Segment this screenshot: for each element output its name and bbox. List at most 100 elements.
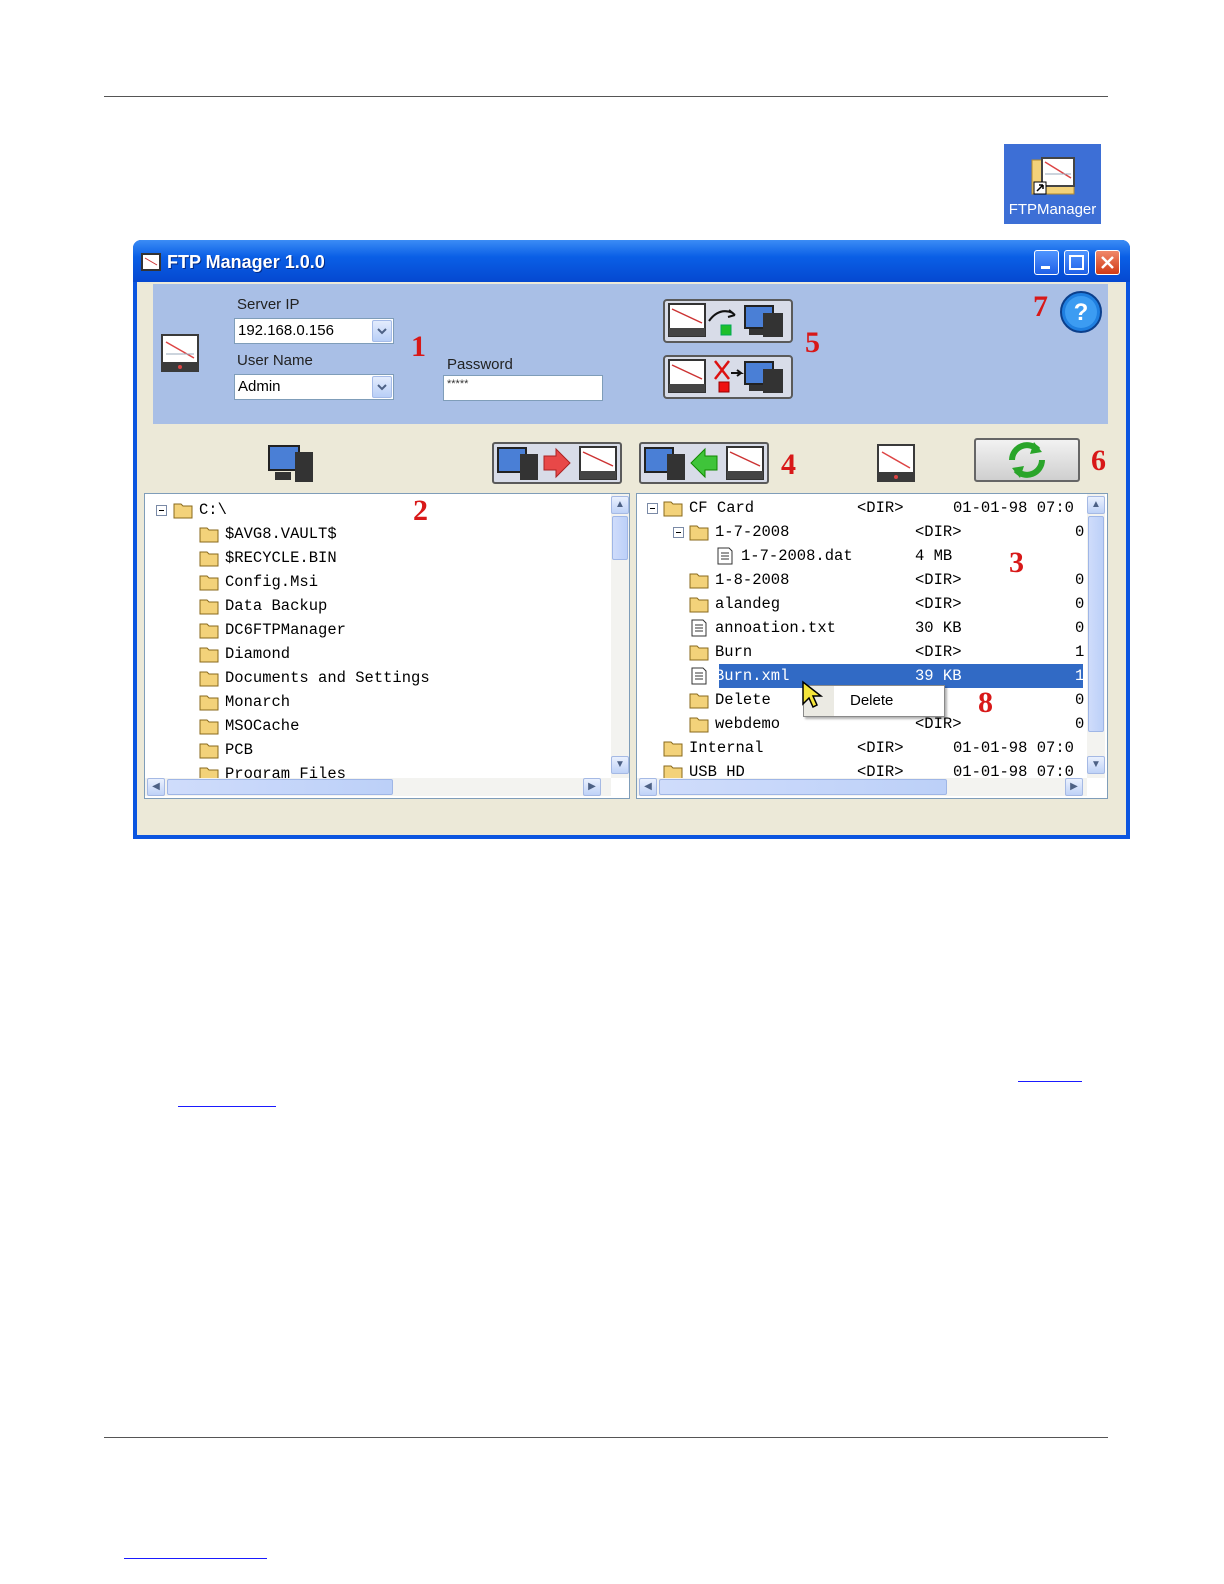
tree-item-label: Config.Msi [225, 573, 319, 591]
tree-item-root[interactable]: C:\ [173, 498, 613, 522]
scroll-thumb[interactable] [659, 779, 947, 795]
folder-icon [689, 525, 709, 541]
tree-item[interactable]: $AVG8.VAULT$ [199, 522, 599, 546]
close-button[interactable] [1095, 250, 1120, 275]
chevron-down-icon [377, 328, 387, 335]
connection-panel: Server IP 192.168.0.156 User Name Admin … [153, 284, 1108, 424]
download-from-device-button[interactable] [639, 442, 769, 484]
tree-item[interactable]: Config.Msi [199, 570, 599, 594]
server-ip-combo[interactable]: 192.168.0.156 [234, 318, 394, 344]
footer-link-underline[interactable] [124, 1558, 267, 1559]
footer-rule [104, 1437, 1108, 1438]
tree-item-label: alandeg [715, 595, 781, 613]
tree-item[interactable]: DC6FTPManager [199, 618, 599, 642]
folder-icon [689, 573, 709, 589]
tree-item[interactable]: annoation.txt 30 KB 0 [689, 616, 1085, 640]
scroll-right-button[interactable]: ▶ [1065, 778, 1083, 796]
folder-icon [689, 693, 709, 709]
tree-item-label: Diamond [225, 645, 291, 663]
server-ip-dropdown-button[interactable] [372, 320, 392, 342]
maximize-icon [1069, 255, 1084, 270]
device-icon [161, 334, 199, 372]
folder-icon [689, 645, 709, 661]
scroll-left-button[interactable]: ◀ [147, 778, 165, 796]
scroll-up-button[interactable]: ▲ [611, 496, 629, 514]
link-underline[interactable] [178, 1106, 276, 1107]
remote-horizontal-scrollbar[interactable]: ◀ ▶ [637, 778, 1087, 796]
upload-to-device-button[interactable] [492, 442, 622, 484]
connect-button[interactable] [663, 299, 793, 343]
tree-item-label: webdemo [715, 715, 781, 733]
tree-item[interactable]: CF Card <DIR> 01-01-98 07:0 [663, 496, 1085, 520]
folder-icon [199, 527, 219, 543]
scroll-thumb[interactable] [612, 516, 628, 560]
scroll-up-button[interactable]: ▲ [1087, 496, 1105, 514]
tree-item[interactable]: MSOCache [199, 714, 599, 738]
scroll-left-button[interactable]: ◀ [639, 778, 657, 796]
tree-item[interactable]: Monarch [199, 690, 599, 714]
scroll-down-button[interactable]: ▼ [1087, 756, 1105, 774]
tree-item-date: 01-01-98 07:0 [953, 739, 1074, 757]
tree-item[interactable]: Internal <DIR> 01-01-98 07:0 [663, 736, 1085, 760]
local-horizontal-scrollbar[interactable]: ◀ ▶ [145, 778, 611, 796]
ftp-manager-window: FTP Manager 1.0.0 Server IP 192.168.0.15… [133, 240, 1130, 839]
tree-item[interactable]: $RECYCLE.BIN [199, 546, 599, 570]
context-menu-delete[interactable]: Delete [850, 692, 893, 709]
disconnect-button[interactable] [663, 355, 793, 399]
tree-item-extra: 0 [1075, 715, 1085, 733]
scroll-right-button[interactable]: ▶ [583, 778, 601, 796]
tree-item[interactable]: alandeg <DIR> 0 [689, 592, 1085, 616]
folder-icon [199, 671, 219, 687]
callout-7: 7 [1033, 290, 1048, 323]
maximize-button[interactable] [1064, 250, 1089, 275]
scroll-thumb[interactable] [167, 779, 393, 795]
close-icon [1101, 256, 1114, 269]
user-name-combo[interactable]: Admin [234, 374, 394, 400]
tree-item-label: MSOCache [225, 717, 300, 735]
tree-collapse-toggle[interactable] [647, 503, 658, 514]
remote-file-tree[interactable]: CF Card <DIR> 01-01-98 07:0 1-7-2008 <DIR> 0 1… [636, 493, 1108, 799]
tree-item-label: 1-8-2008 [715, 571, 790, 589]
ftpmanager-desktop-shortcut[interactable]: FTPManager [1004, 144, 1101, 224]
tree-item[interactable]: 1-7-2008 <DIR> 0 [689, 520, 1085, 544]
tree-item-date: 01-01-98 07:0 [953, 499, 1074, 517]
folder-icon [199, 695, 219, 711]
refresh-button[interactable] [974, 438, 1080, 482]
tree-item[interactable]: 1-8-2008 <DIR> 0 [689, 568, 1085, 592]
ftpmanager-shortcut-icon [1031, 157, 1075, 195]
download-arrow-icon [644, 446, 764, 480]
tree-item[interactable]: Burn <DIR> 1 [689, 640, 1085, 664]
scroll-down-button[interactable]: ▼ [611, 756, 629, 774]
tree-item-size: <DIR> [857, 499, 904, 517]
server-ip-label: Server IP [237, 296, 300, 313]
link-underline[interactable] [1018, 1081, 1082, 1082]
help-icon[interactable]: ? [1059, 290, 1103, 334]
folder-icon [199, 575, 219, 591]
title-bar[interactable]: FTP Manager 1.0.0 [133, 240, 1130, 282]
minimize-button[interactable] [1034, 250, 1059, 275]
local-file-tree[interactable]: C:\ $AVG8.VAULT$ $RECYCLE.BIN Config.Msi Da… [144, 493, 630, 799]
scroll-thumb[interactable] [1088, 516, 1104, 732]
tree-collapse-toggle[interactable] [673, 527, 684, 538]
user-name-dropdown-button[interactable] [372, 376, 392, 398]
tree-item[interactable]: Documents and Settings [199, 666, 599, 690]
local-vertical-scrollbar[interactable]: ▲ ▼ [611, 494, 629, 778]
tree-item-label: PCB [225, 741, 253, 759]
tree-item-label: Burn.xml [715, 667, 790, 685]
tree-item-size: <DIR> [857, 739, 904, 757]
local-computer-icon [268, 445, 313, 482]
context-menu: Delete [803, 685, 945, 717]
folder-icon [689, 717, 709, 733]
tree-item[interactable]: PCB [199, 738, 599, 762]
tree-item[interactable]: Data Backup [199, 594, 599, 618]
tree-item[interactable]: 1-7-2008.dat 4 MB [715, 544, 1085, 568]
tree-item-size: <DIR> [915, 595, 962, 613]
tree-item-size: <DIR> [915, 571, 962, 589]
tree-collapse-toggle[interactable] [156, 505, 167, 516]
tree-item-extra: 1 [1075, 667, 1085, 685]
password-field[interactable]: ***** [443, 375, 603, 401]
tree-item[interactable]: Diamond [199, 642, 599, 666]
tree-item-label: DC6FTPManager [225, 621, 346, 639]
connect-icon [668, 303, 783, 337]
remote-vertical-scrollbar[interactable]: ▲ ▼ [1087, 494, 1105, 778]
